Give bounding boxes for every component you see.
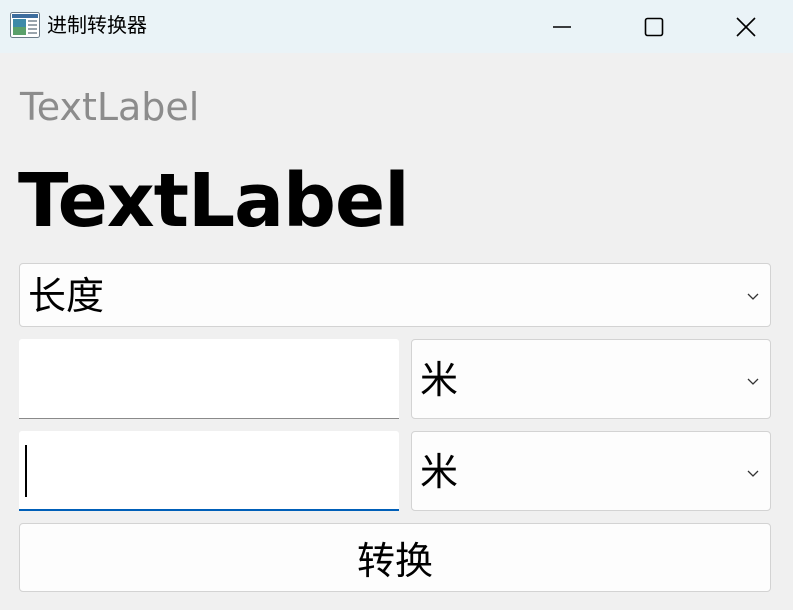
text-cursor: [25, 445, 27, 497]
from-unit-dropdown[interactable]: 米: [411, 339, 771, 419]
minimize-button[interactable]: [516, 0, 608, 53]
close-icon: [736, 16, 756, 37]
category-dropdown[interactable]: 长度: [19, 263, 771, 327]
from-unit-selected-value: 米: [420, 358, 459, 402]
to-unit-dropdown[interactable]: 米: [411, 431, 771, 511]
minimize-icon: [553, 25, 571, 28]
category-selected-value: 长度: [28, 274, 105, 318]
to-value-field[interactable]: [19, 431, 399, 511]
chevron-down-icon: [747, 378, 759, 385]
result-label: TextLabel: [18, 158, 410, 244]
to-value-input[interactable]: [19, 431, 399, 509]
window-title: 进制转换器: [47, 13, 147, 37]
title-bar[interactable]: 进制转换器: [0, 0, 793, 53]
convert-button[interactable]: 转换: [19, 523, 771, 592]
to-unit-selected-value: 米: [420, 450, 459, 494]
app-icon: [10, 12, 40, 38]
converter-window: 进制转换器 TextLabel TextLabel 长度 米 米 转换: [0, 0, 793, 610]
maximize-button[interactable]: [608, 0, 700, 53]
maximize-icon: [644, 17, 664, 36]
from-value-input[interactable]: [19, 339, 399, 418]
from-value-field[interactable]: [19, 339, 399, 419]
subtitle-label: TextLabel: [20, 85, 200, 129]
chevron-down-icon: [747, 293, 759, 300]
close-button[interactable]: [700, 0, 792, 53]
chevron-down-icon: [747, 470, 759, 477]
